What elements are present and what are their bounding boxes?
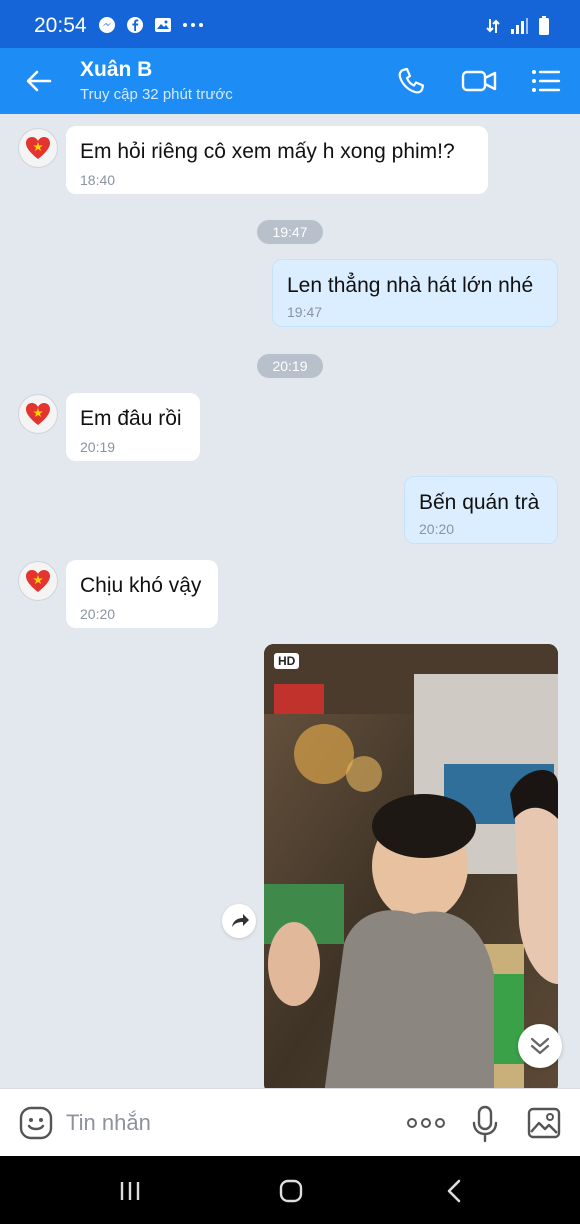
video-call-icon[interactable]: [460, 64, 498, 98]
mobile-data-icon: [486, 19, 500, 33]
messenger-icon: [99, 17, 115, 33]
more-options-icon[interactable]: [406, 1113, 446, 1133]
contact-name[interactable]: Xuân B: [80, 58, 152, 82]
message-input[interactable]: Tin nhắn: [66, 1110, 151, 1136]
avatar[interactable]: [18, 128, 58, 168]
avatar[interactable]: [18, 561, 58, 601]
recent-apps-icon[interactable]: [118, 1180, 142, 1202]
message-text: Bến quán trà: [419, 491, 540, 514]
message-time: 20:19: [80, 439, 116, 455]
time-divider: 19:47: [257, 220, 323, 244]
facebook-icon: [127, 17, 143, 33]
phone-call-icon[interactable]: [394, 64, 428, 98]
back-arrow-icon[interactable]: [22, 64, 56, 98]
chat-header: Xuân B Truy cập 32 phút trước: [0, 48, 580, 114]
message-time: 20:20: [419, 521, 455, 537]
message-bubble-incoming[interactable]: Em đâu rồi 20:19: [66, 393, 200, 461]
system-nav-bar: [0, 1156, 580, 1224]
message-time: 19:47: [287, 304, 323, 320]
home-icon[interactable]: [278, 1178, 304, 1204]
share-arrow-icon: [232, 914, 249, 927]
photo-message[interactable]: HD: [264, 644, 558, 1088]
heart-flag-icon: [26, 403, 50, 425]
message-text: Em hỏi riêng cô xem mấy h xong phim!?: [80, 140, 455, 163]
message-time: 18:40: [80, 172, 116, 188]
sticker-icon[interactable]: [18, 1105, 54, 1141]
message-text: Len thẳng nhà hát lớn nhé: [287, 274, 534, 297]
status-bar: 20:54: [0, 0, 580, 48]
message-bubble-incoming[interactable]: Chịu khó vậy 20:20: [66, 560, 218, 628]
chat-messages[interactable]: Em hỏi riêng cô xem mấy h xong phim!? 18…: [0, 114, 580, 1088]
menu-list-icon[interactable]: [528, 64, 562, 98]
signal-icon: [511, 18, 528, 34]
message-composer: Tin nhắn: [0, 1088, 580, 1157]
photo-thumbnail: [264, 644, 558, 1088]
message-bubble-outgoing[interactable]: Bến quán trà 20:20: [404, 476, 558, 544]
heart-flag-icon: [26, 137, 50, 159]
double-chevron-down-icon: [530, 1037, 550, 1055]
image-icon[interactable]: [526, 1106, 562, 1140]
message-text: Em đâu rồi: [80, 407, 182, 430]
battery-icon: [539, 16, 549, 35]
hd-badge: HD: [274, 653, 300, 669]
message-time: 20:20: [80, 606, 116, 622]
message-bubble-incoming[interactable]: Em hỏi riêng cô xem mấy h xong phim!? 18…: [66, 126, 488, 194]
gallery-icon: [155, 18, 171, 32]
last-seen-status: Truy cập 32 phút trước: [80, 86, 233, 103]
microphone-icon[interactable]: [470, 1105, 500, 1143]
status-time: 20:54: [34, 14, 87, 37]
message-text: Chịu khó vậy: [80, 574, 202, 597]
message-bubble-outgoing[interactable]: Len thẳng nhà hát lớn nhé 19:47: [272, 259, 558, 327]
more-dots-icon: [183, 23, 203, 27]
time-divider: 20:19: [257, 354, 323, 378]
avatar[interactable]: [18, 394, 58, 434]
share-button[interactable]: [222, 904, 256, 938]
scroll-down-button[interactable]: [518, 1024, 562, 1068]
nav-back-icon[interactable]: [444, 1178, 464, 1204]
heart-flag-icon: [26, 570, 50, 592]
